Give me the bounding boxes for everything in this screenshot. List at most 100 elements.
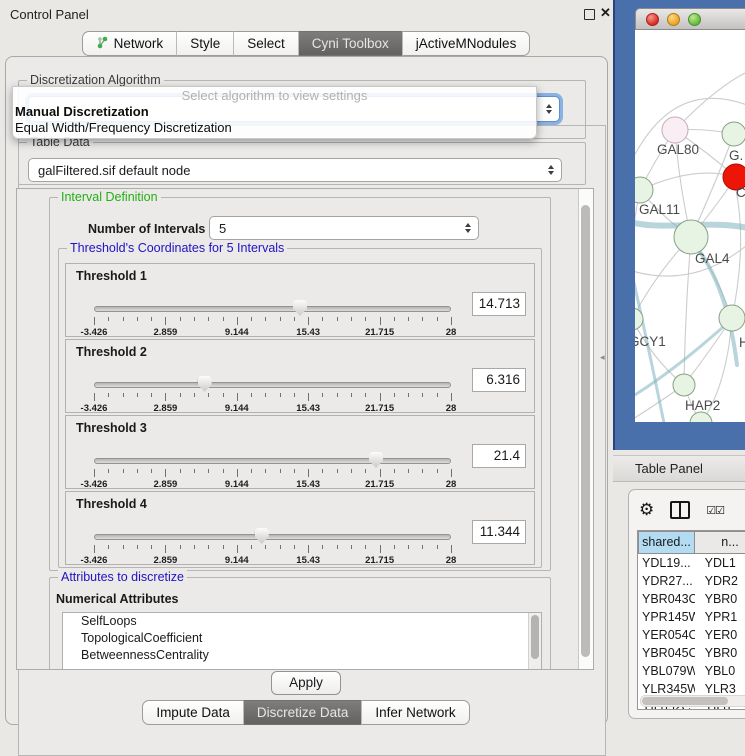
tick-label: 2.859 xyxy=(154,327,178,338)
tab-jactivemnodules[interactable]: jActiveMNodules xyxy=(402,31,531,56)
table-row[interactable]: YBL079WYBL0 xyxy=(638,662,745,680)
column-header-1[interactable]: shared... xyxy=(638,531,695,554)
apply-button[interactable]: Apply xyxy=(271,671,341,695)
tick-label: 21.715 xyxy=(365,403,394,414)
table-row[interactable]: YPR145WYPR1 xyxy=(638,608,745,626)
yellow-traffic-light-button[interactable] xyxy=(667,13,680,26)
network-edge xyxy=(640,173,736,190)
tab-infer-network[interactable]: Infer Network xyxy=(361,700,469,725)
node-label-node-red: C xyxy=(736,185,745,200)
threshold-3-value[interactable]: 21.4 xyxy=(472,444,526,468)
slider-ticks xyxy=(94,545,451,554)
control-panel-tab-bar: Network Style SelectCyni ToolboxjActiveMNo… xyxy=(0,31,612,56)
threshold-2-slider[interactable]: -3.4262.8599.14415.4321.71528 xyxy=(94,376,451,410)
threshold-4-value[interactable]: 11.344 xyxy=(472,520,526,544)
table-horizontal-scrollbar[interactable] xyxy=(640,695,745,707)
node-label-gal80: GAL80 xyxy=(657,142,699,157)
tick-label: -3.426 xyxy=(81,479,108,490)
node-gal11[interactable] xyxy=(635,177,653,203)
table-row[interactable]: YDL19...YDL1 xyxy=(638,554,745,572)
network-window-titlebar[interactable] xyxy=(635,8,745,30)
attribute-item-selfloops[interactable]: SelfLoops xyxy=(63,613,541,630)
table-row[interactable]: YDR27...YDR2 xyxy=(638,572,745,590)
algorithm-option-manual-discretization[interactable]: Manual Discretization xyxy=(13,104,536,120)
tab-impute-data[interactable]: Impute Data xyxy=(142,700,243,725)
table-cell: YBR043C xyxy=(638,590,695,608)
slider-ticks xyxy=(94,317,451,326)
table-row[interactable]: YBR045CYBR0 xyxy=(638,644,745,662)
tick-label: 2.859 xyxy=(154,403,178,414)
threshold-1-thumb[interactable] xyxy=(293,300,307,316)
table-row[interactable]: YER054CYER0 xyxy=(638,626,745,644)
slider-tick-labels: -3.4262.8599.14415.4321.71528 xyxy=(94,479,451,491)
threshold-2-value[interactable]: 6.316 xyxy=(472,368,526,392)
attribute-item-betweennesscentrality[interactable]: BetweennessCentrality xyxy=(63,647,541,664)
split-pane-collapse-icon[interactable]: ◂ xyxy=(600,352,605,363)
number-of-intervals-select[interactable]: 5 xyxy=(209,216,479,240)
tick-label: 2.859 xyxy=(154,479,178,490)
threshold-2-thumb[interactable] xyxy=(198,376,212,392)
thresholds-group-title: Threshold's Coordinates for 5 Intervals xyxy=(67,241,287,255)
tick-label: 15.43 xyxy=(296,403,320,414)
slider-tick-labels: -3.4262.8599.14415.4321.71528 xyxy=(94,555,451,567)
node-hap2[interactable] xyxy=(673,374,695,396)
node-gal80[interactable] xyxy=(662,117,688,143)
table-data-select[interactable]: galFiltered.sif default node xyxy=(28,158,562,182)
algorithm-option-equal-width-frequency-discretization[interactable]: Equal Width/Frequency Discretization xyxy=(13,120,536,136)
split-columns-icon[interactable] xyxy=(670,501,690,519)
column-header-2[interactable]: n... xyxy=(695,531,745,554)
attribute-item-topologicalcoefficient[interactable]: TopologicalCoefficient xyxy=(63,630,541,647)
tab-style[interactable]: Style xyxy=(176,31,233,56)
network-canvas[interactable]: GAL80G.CGAL11GAL4GCY1HHAP2 xyxy=(635,30,745,422)
close-icon[interactable]: ✕ xyxy=(600,5,611,21)
red-traffic-light-button[interactable] xyxy=(646,13,659,26)
table-panel-toolbar: ⚙ ☑☑ xyxy=(639,496,724,524)
table-cell: YDL1 xyxy=(695,554,745,572)
threshold-3-thumb[interactable] xyxy=(369,452,383,468)
green-traffic-light-button[interactable] xyxy=(688,13,701,26)
table-panel-title: Table Panel xyxy=(635,461,703,476)
tab-discretize-data[interactable]: Discretize Data xyxy=(243,700,362,725)
tab-select[interactable]: Select xyxy=(233,31,298,56)
tick-label: 15.43 xyxy=(296,555,320,566)
table-row[interactable]: YBR043CYBR0 xyxy=(638,590,745,608)
threshold-1-label: Threshold 1 xyxy=(76,269,147,283)
gear-icon[interactable]: ⚙ xyxy=(639,502,654,519)
node-node-bottom[interactable] xyxy=(690,412,712,422)
network-edge xyxy=(732,190,741,318)
network-edge xyxy=(635,319,684,385)
tab-cyni-toolbox[interactable]: Cyni Toolbox xyxy=(298,31,402,56)
node-node-h[interactable] xyxy=(719,305,745,331)
attributes-group-title: Attributes to discretize xyxy=(58,570,187,584)
node-gal4[interactable] xyxy=(674,220,708,254)
node-label-node-h: H xyxy=(739,335,745,350)
table-cell: YER054C xyxy=(638,626,695,644)
float-window-icon[interactable] xyxy=(584,9,595,20)
node-attribute-table[interactable]: shared...n... YDL19...YDL1YDR27...YDR2YB… xyxy=(637,530,745,710)
settings-vertical-scrollbar[interactable] xyxy=(578,189,593,669)
slider-track[interactable] xyxy=(94,458,451,464)
tab-network[interactable]: Network xyxy=(82,31,177,56)
table-cell: YER0 xyxy=(695,626,745,644)
tab-label: Style xyxy=(190,36,220,51)
attributes-scrollbar[interactable] xyxy=(528,613,541,670)
slider-track[interactable] xyxy=(94,382,451,388)
number-of-intervals-label: Number of Intervals xyxy=(88,222,205,236)
threshold-1-value[interactable]: 14.713 xyxy=(472,292,526,316)
slider-track[interactable] xyxy=(94,534,451,540)
threshold-4-slider[interactable]: -3.4262.8599.14415.4321.71528 xyxy=(94,528,451,562)
node-ga-right[interactable] xyxy=(722,122,745,146)
slider-ticks xyxy=(94,393,451,402)
table-cell: YBL0 xyxy=(695,662,745,680)
numerical-attributes-list[interactable]: SelfLoopsTopologicalCoefficientBetweenne… xyxy=(62,612,542,670)
table-cell: YPR1 xyxy=(695,608,745,626)
threshold-3-slider[interactable]: -3.4262.8599.14415.4321.71528 xyxy=(94,452,451,486)
node-label-gal4: GAL4 xyxy=(695,251,730,266)
tick-label: 15.43 xyxy=(296,479,320,490)
threshold-1-slider[interactable]: -3.4262.8599.14415.4321.71528 xyxy=(94,300,451,334)
slider-track[interactable] xyxy=(94,306,451,312)
tick-label: 21.715 xyxy=(365,555,394,566)
threshold-4-thumb[interactable] xyxy=(255,528,269,544)
settings-scroll-area: Interval Definition Number of Intervals … xyxy=(16,188,594,670)
checkboxes-icon[interactable]: ☑☑ xyxy=(706,504,724,517)
